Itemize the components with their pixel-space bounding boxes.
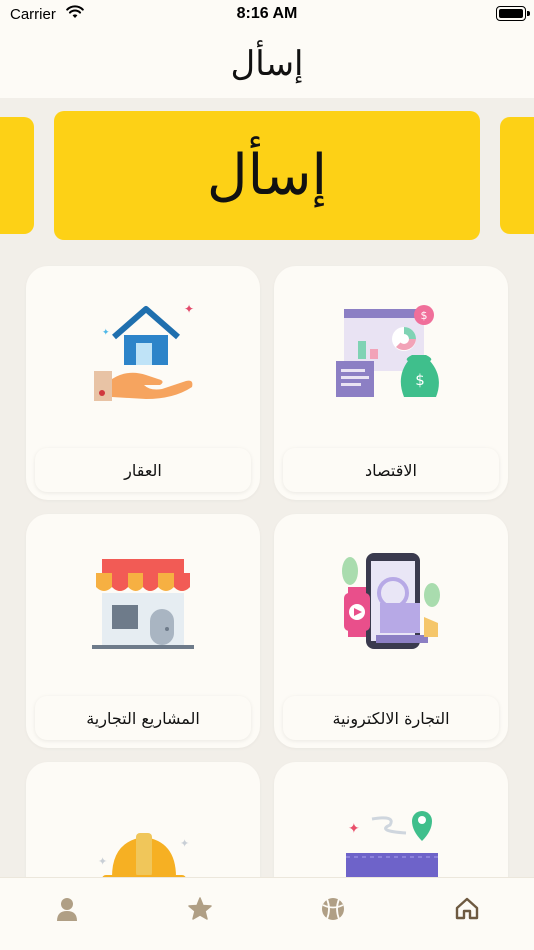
tab-sports[interactable] [313,896,353,936]
tab-profile[interactable] [47,896,87,936]
category-grid: $ $ الاقتصاد ✦ ✦ العقار التجارة الالكترو… [0,0,534,950]
category-card-economy[interactable]: $ $ الاقتصاد [274,266,508,500]
svg-text:$: $ [415,371,425,389]
svg-text:✦: ✦ [98,855,107,868]
basketball-icon [322,898,344,920]
svg-text:$: $ [421,309,428,322]
svg-text:✦: ✦ [348,821,360,837]
category-label: التجارة الالكترونية [283,696,499,740]
category-label: الاقتصاد [283,448,499,492]
ecommerce-icon [342,553,440,649]
tab-favorites[interactable] [180,896,220,936]
svg-text:✦: ✦ [102,328,110,338]
real-estate-icon: ✦ ✦ [94,302,194,401]
category-label: المشاريع التجارية [35,696,251,740]
tab-bar [0,877,534,950]
svg-text:✦: ✦ [184,302,194,316]
category-label: العقار [35,448,251,492]
commercial-projects-icon [92,559,194,649]
category-card-real-estate[interactable]: ✦ ✦ العقار [26,266,260,500]
category-card-ecommerce[interactable]: التجارة الالكترونية [274,514,508,748]
user-icon [57,898,77,921]
category-card-commercial-projects[interactable]: المشاريع التجارية [26,514,260,748]
star-icon [188,897,212,920]
economy-icon: $ $ [336,305,439,397]
home-icon [455,897,479,920]
tab-home[interactable] [447,896,487,936]
svg-text:✦: ✦ [180,837,189,850]
